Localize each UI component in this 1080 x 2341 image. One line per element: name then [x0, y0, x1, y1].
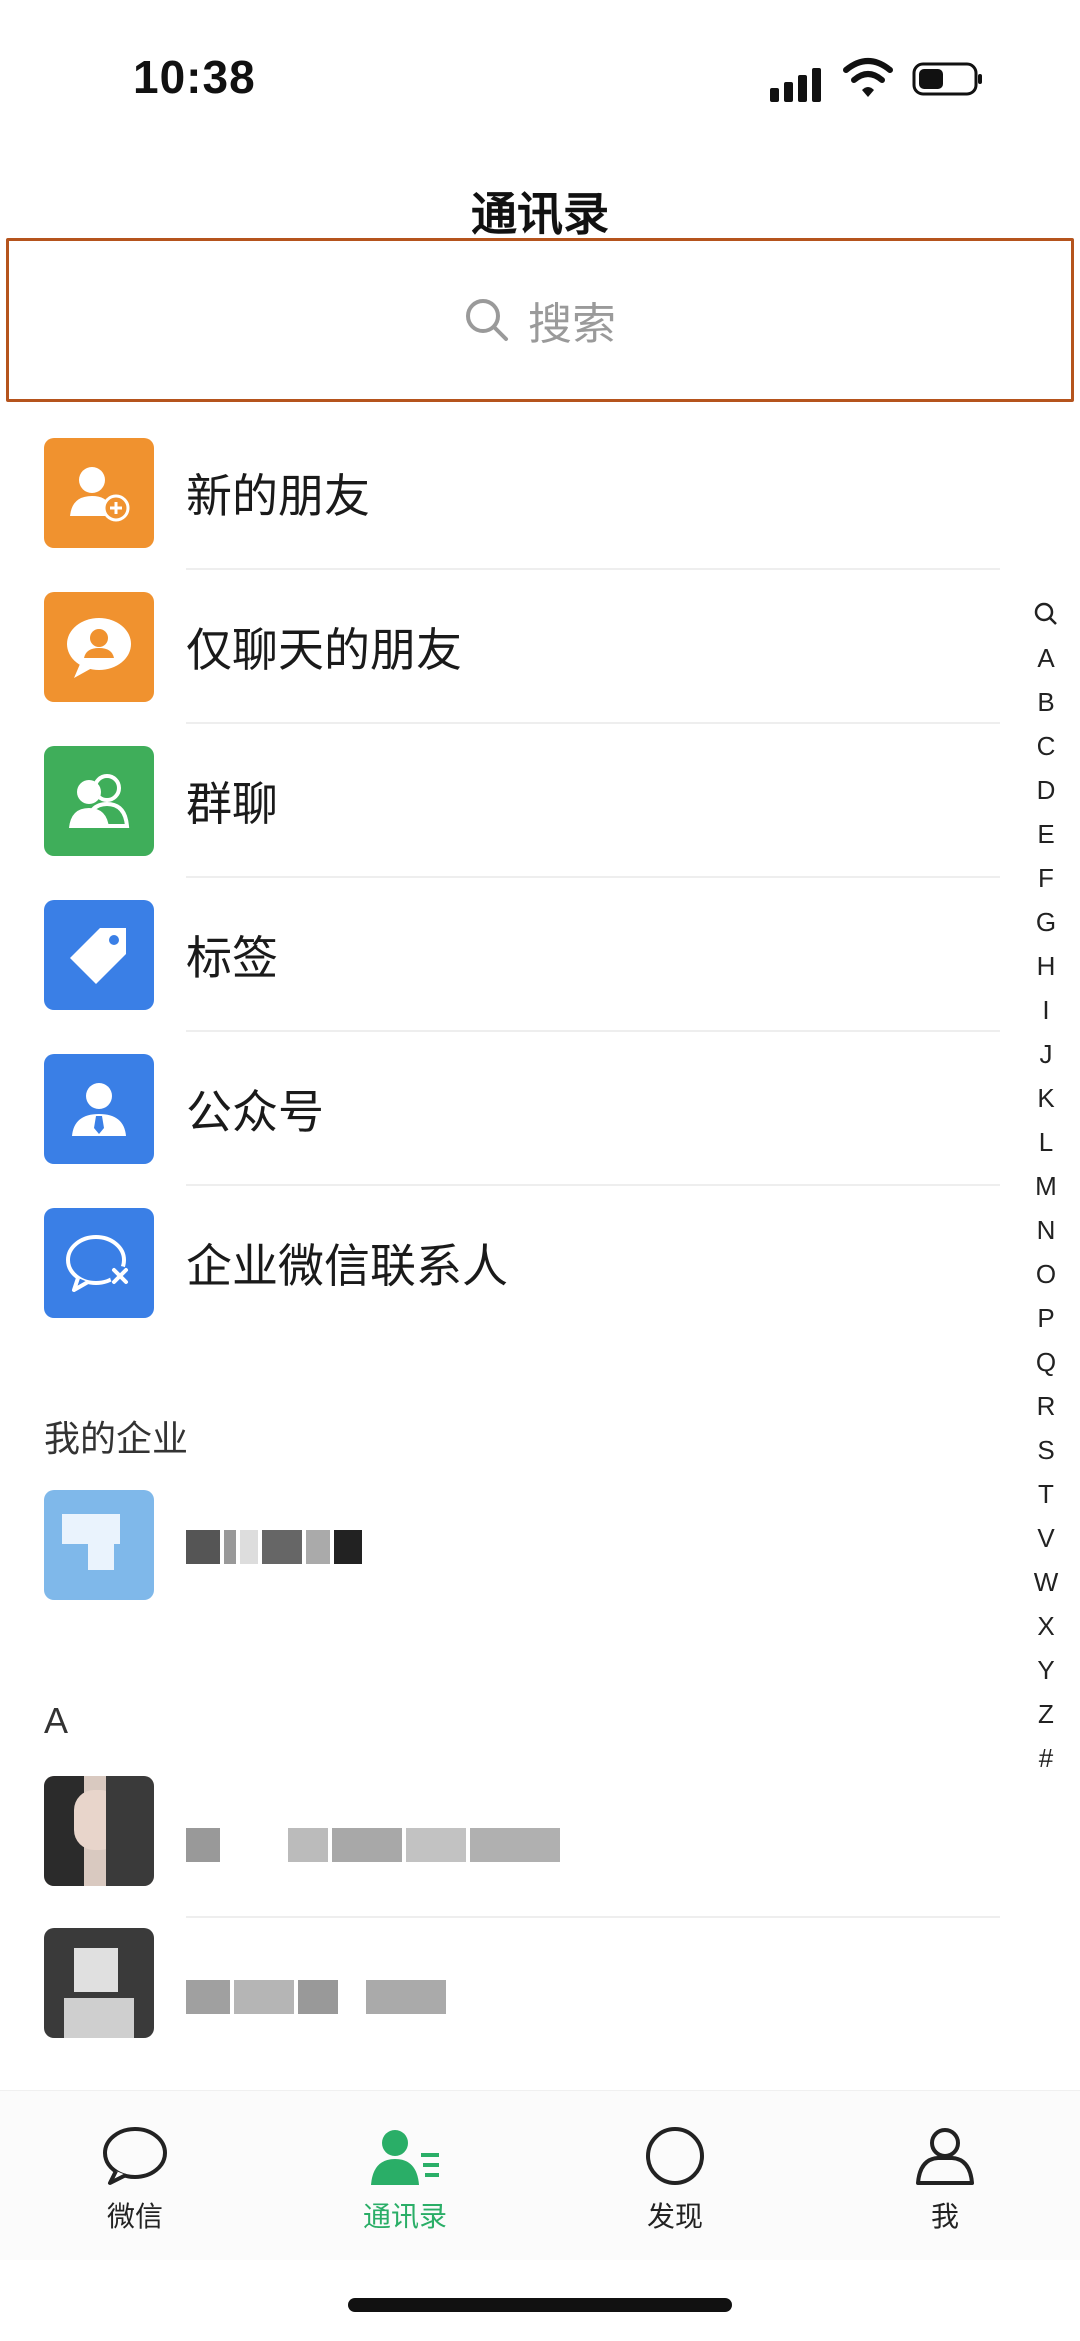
tags-item[interactable]: 标签 [0, 878, 1040, 1032]
cellular-signal-icon [770, 62, 830, 102]
contact-name-redacted [186, 1976, 446, 2018]
home-indicator[interactable] [348, 2298, 732, 2312]
official-accounts-item[interactable]: 公众号 [0, 1032, 1040, 1186]
official-accounts-label: 公众号 [186, 1085, 324, 1139]
group-chat-item[interactable]: 群聊 [0, 724, 1040, 878]
index-letter[interactable]: A [1037, 636, 1054, 680]
index-letter[interactable]: # [1039, 1736, 1053, 1780]
index-search-icon[interactable] [1033, 592, 1059, 636]
tab-chats-label: 微信 [106, 2200, 163, 2233]
chat-bubble-icon [103, 2127, 167, 2185]
index-letter[interactable]: L [1039, 1120, 1053, 1164]
search-input[interactable]: 搜索 [6, 238, 1074, 402]
status-bar: 10:38 [0, 0, 1080, 150]
index-letter[interactable]: J [1039, 1032, 1052, 1076]
index-letter[interactable]: K [1037, 1076, 1054, 1120]
index-letter[interactable]: H [1037, 944, 1056, 988]
index-letter[interactable]: C [1037, 724, 1056, 768]
index-letter[interactable]: S [1037, 1428, 1054, 1472]
index-letter[interactable]: B [1037, 680, 1054, 724]
avatar [44, 1928, 154, 2038]
tab-bar: 微信 通讯录 发现 我 [0, 2090, 1080, 2260]
chat-only-friends-label: 仅聊天的朋友 [186, 623, 462, 677]
add-friend-icon [44, 438, 154, 548]
status-time: 10:38 [133, 51, 256, 103]
section-title-a: A [44, 1700, 69, 1741]
tab-me[interactable]: 我 [810, 2091, 1080, 2260]
index-letter[interactable]: Z [1038, 1692, 1054, 1736]
contact-name-redacted [186, 1824, 560, 1866]
contact-row[interactable] [0, 1918, 1040, 2070]
index-letter[interactable]: P [1037, 1296, 1054, 1340]
tab-chats[interactable]: 微信 [0, 2091, 270, 2260]
section-title-enterprise: 我的企业 [44, 1419, 189, 1460]
index-letter[interactable]: M [1035, 1164, 1057, 1208]
wecom-contacts-item[interactable]: 企业微信联系人 [0, 1186, 1040, 1340]
wifi-icon [843, 58, 893, 97]
search-placeholder: 搜索 [528, 299, 616, 350]
tag-icon [44, 900, 154, 1010]
tab-me-label: 我 [930, 2200, 959, 2233]
index-letter[interactable]: E [1037, 812, 1054, 856]
index-letter[interactable]: X [1037, 1604, 1054, 1648]
index-letter[interactable]: W [1034, 1560, 1059, 1604]
discover-icon [646, 2127, 704, 2185]
alphabet-index[interactable]: A B C D E F G H I J K L M N O P Q R S T V W X Y Z # [1026, 592, 1066, 1780]
new-friends-label: 新的朋友 [186, 469, 370, 523]
wecom-contacts-label: 企业微信联系人 [186, 1239, 508, 1293]
group-chat-label: 群聊 [186, 777, 278, 831]
index-letter[interactable]: O [1036, 1252, 1056, 1296]
contacts-icon [371, 2130, 439, 2185]
index-letter[interactable]: G [1036, 900, 1056, 944]
chat-only-friends-item[interactable]: 仅聊天的朋友 [0, 570, 1040, 724]
new-friends-item[interactable]: 新的朋友 [0, 416, 1040, 570]
index-letter[interactable]: T [1038, 1472, 1054, 1516]
index-letter[interactable]: F [1038, 856, 1054, 900]
tab-contacts[interactable]: 通讯录 [270, 2091, 540, 2260]
tab-contacts-label: 通讯录 [362, 2200, 447, 2233]
index-letter[interactable]: I [1042, 988, 1049, 1032]
index-letter[interactable]: Q [1036, 1340, 1056, 1384]
enterprise-name-redacted [186, 1526, 362, 1568]
wecom-contact-icon [44, 1208, 154, 1318]
avatar [44, 1776, 154, 1886]
index-letter[interactable]: Y [1037, 1648, 1054, 1692]
tab-discover-label: 发现 [646, 2200, 703, 2233]
tab-discover[interactable]: 发现 [540, 2091, 810, 2260]
index-letter[interactable]: D [1037, 768, 1056, 812]
official-account-icon [44, 1054, 154, 1164]
index-letter[interactable]: R [1037, 1384, 1056, 1428]
contact-row[interactable] [0, 1766, 1040, 1918]
enterprise-item[interactable] [0, 1470, 1040, 1622]
chat-only-friend-icon [44, 592, 154, 702]
index-letter[interactable]: N [1037, 1208, 1056, 1252]
page-title: 通讯录 [471, 187, 609, 241]
enterprise-logo [44, 1490, 154, 1600]
battery-icon [912, 62, 982, 96]
group-chat-icon [44, 746, 154, 856]
index-letter[interactable]: V [1037, 1516, 1054, 1560]
me-icon [916, 2128, 974, 2185]
search-icon [466, 299, 508, 341]
tags-label: 标签 [186, 931, 278, 985]
